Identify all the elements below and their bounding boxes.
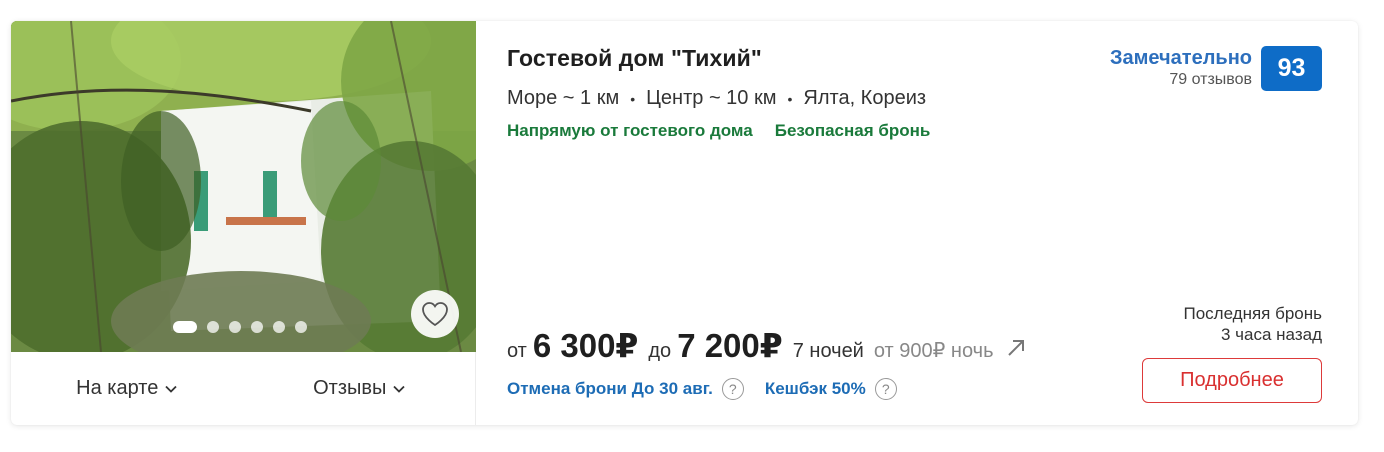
per-night-price: от 900₽ ночь xyxy=(874,338,994,363)
price-to-label: до xyxy=(648,340,672,362)
cancel-policy: Отмена брони До 30 авг. xyxy=(507,379,713,398)
carousel-dot[interactable] xyxy=(295,321,307,333)
reviews-link[interactable]: Отзывы xyxy=(244,377,477,400)
reviews-count: 79 отзывов xyxy=(1169,71,1252,88)
separator-dot: • xyxy=(630,90,636,107)
show-on-map-label: На карте xyxy=(76,377,159,399)
photo-carousel-dots[interactable] xyxy=(173,321,307,333)
reviews-label: Отзывы xyxy=(313,377,387,399)
distance-to-sea: Море ~ 1 км xyxy=(507,87,620,109)
show-on-map-link[interactable]: На карте xyxy=(11,377,244,400)
last-booking-line2: 3 часа назад xyxy=(1221,325,1322,344)
distance-to-center: Центр ~ 10 км xyxy=(646,87,777,109)
cashback-label: Кешбэк 50% xyxy=(764,379,866,398)
per-night-prefix: от 900₽ xyxy=(873,340,946,362)
per-night-suffix: ночь xyxy=(950,340,994,362)
chevron-down-icon xyxy=(393,385,406,393)
hotel-tags: Напрямую от гостевого дома Безопасная бр… xyxy=(507,121,930,141)
rating-word: Замечательно xyxy=(1109,47,1252,69)
tag-direct: Напрямую от гостевого дома xyxy=(507,121,753,140)
help-icon[interactable]: ? xyxy=(721,378,744,400)
card-left-links: На карте Отзывы xyxy=(11,352,476,425)
city-name: Ялта, Кореиз xyxy=(803,87,927,109)
rating-text: Замечательно 79 отзывов xyxy=(1110,46,1252,90)
carousel-dot[interactable] xyxy=(207,321,219,333)
chevron-down-icon xyxy=(165,385,177,393)
hotel-location: Море ~ 1 км • Центр ~ 10 км • Ялта, Коре… xyxy=(507,87,926,110)
details-button[interactable]: Подробнее xyxy=(1142,358,1322,403)
carousel-dot[interactable] xyxy=(173,321,197,333)
price-to-value: 7 200₽ xyxy=(677,327,783,364)
nights-count: 7 ночей xyxy=(792,340,864,362)
carousel-dot[interactable] xyxy=(273,321,285,333)
help-icon[interactable]: ? xyxy=(874,378,897,400)
price-row: от 6 300₽ до 7 200₽ 7 ночей от 900₽ ночь xyxy=(507,326,1028,365)
favorite-button[interactable] xyxy=(411,290,459,338)
last-booking-line1: Последняя бронь xyxy=(1183,304,1322,323)
heart-icon xyxy=(422,302,448,327)
arrow-up-right-icon xyxy=(1007,340,1024,356)
hotel-photo[interactable] xyxy=(11,21,476,352)
price-from-label: от xyxy=(507,340,527,362)
offers-row: Отмена брони До 30 авг. ? Кешбэк 50% ? xyxy=(507,378,897,400)
rating-block[interactable]: Замечательно 79 отзывов 93 xyxy=(1110,46,1322,91)
last-booking-info: Последняя бронь 3 часа назад xyxy=(1183,303,1322,345)
carousel-dot[interactable] xyxy=(229,321,241,333)
rating-score-badge: 93 xyxy=(1261,46,1322,91)
price-from-value: 6 300₽ xyxy=(532,327,639,364)
tag-safe-booking: Безопасная бронь xyxy=(774,121,931,140)
separator-dot: • xyxy=(787,90,793,107)
hotel-title[interactable]: Гостевой дом "Тихий" xyxy=(507,45,762,72)
hotel-card[interactable]: На карте Отзывы Гостевой дом "Тихий" Мор… xyxy=(11,21,1358,425)
card-left-column: На карте Отзывы xyxy=(11,21,476,425)
photo-image xyxy=(11,21,476,352)
carousel-dot[interactable] xyxy=(251,321,263,333)
